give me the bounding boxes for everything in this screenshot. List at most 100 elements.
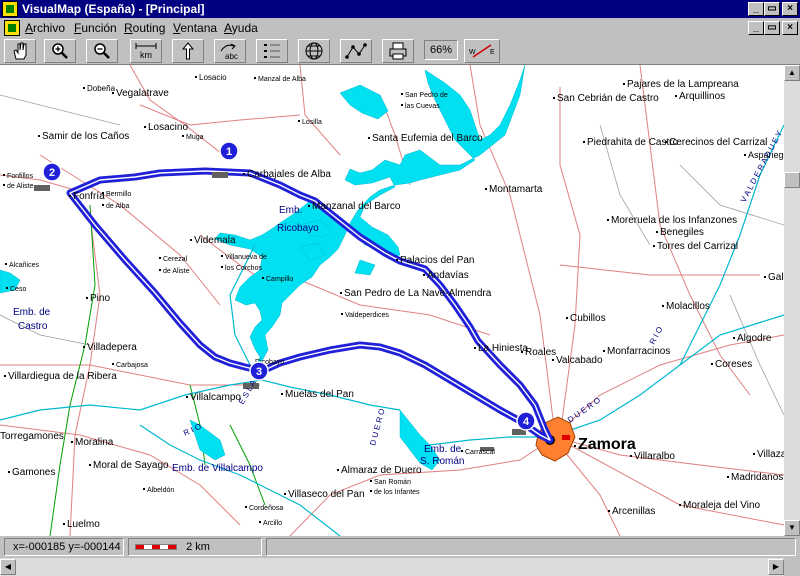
- place-label: Zamora: [578, 436, 636, 453]
- town-dot: [83, 346, 85, 348]
- print-button[interactable]: [382, 39, 414, 63]
- river-label: D U E R O: [368, 408, 386, 447]
- place-label: Moreruela de los Infanzones: [611, 215, 737, 226]
- place-label: de los Infantes: [374, 489, 420, 496]
- place-label: Coreses: [715, 359, 752, 370]
- window-title: VisualMap (España) - [Principal]: [22, 2, 205, 16]
- place-label: Valdeperdices: [345, 312, 389, 319]
- town-dot: [733, 337, 735, 339]
- place-label: Campillo: [266, 276, 293, 283]
- town-dot: [607, 219, 609, 221]
- label-text-button[interactable]: abc: [214, 39, 246, 63]
- document-icon[interactable]: [4, 20, 20, 36]
- minimize-button[interactable]: _: [748, 2, 764, 16]
- title-bar: VisualMap (España) - [Principal] _ ▭ ×: [0, 0, 800, 18]
- doc-minimize-button[interactable]: _: [748, 21, 764, 35]
- place-label: Villalcampo: [190, 392, 241, 403]
- town-dot: [566, 317, 568, 319]
- vertical-scrollbar[interactable]: ▲ ▼: [784, 65, 800, 536]
- place-label: Muelas del Pan: [285, 389, 354, 400]
- town-dot: [112, 363, 114, 365]
- town-dot: [553, 97, 555, 99]
- route-marker-4[interactable]: 4: [516, 411, 536, 431]
- printer-icon: [389, 42, 407, 60]
- place-label: Carbajales de Alba: [247, 169, 331, 180]
- place-label: Monfarracinos: [607, 346, 670, 357]
- place-label: Emb. de: [13, 307, 51, 318]
- town-dot: [245, 506, 247, 508]
- route-marker-2[interactable]: 2: [42, 162, 62, 182]
- route-marker-1[interactable]: 1: [219, 141, 239, 161]
- menu-archivo[interactable]: Archivo: [25, 21, 65, 35]
- town-dot: [5, 263, 7, 265]
- compass-button[interactable]: WE: [464, 39, 500, 63]
- town-dot: [71, 441, 73, 443]
- measure-km-button[interactable]: km: [130, 39, 162, 63]
- zoom-readout: 66%: [424, 40, 458, 60]
- place-label: San Pedro de: [405, 92, 448, 99]
- menu-ventana[interactable]: Ventana: [173, 21, 217, 35]
- place-label: Moralina: [75, 437, 114, 448]
- pan-tool-button[interactable]: [4, 39, 36, 63]
- place-label: Algodre: [737, 333, 772, 344]
- vertical-scroll-thumb[interactable]: [784, 172, 800, 188]
- north-arrow-button[interactable]: [172, 39, 204, 63]
- place-label: Castro: [18, 321, 48, 332]
- town-dot: [4, 375, 6, 377]
- town-dot: [159, 257, 161, 259]
- maximize-button[interactable]: ▭: [764, 2, 780, 16]
- town-dot: [112, 92, 114, 94]
- doc-close-button[interactable]: ×: [782, 21, 798, 35]
- town-dot: [221, 266, 223, 268]
- place-label: Palacios del Pan: [400, 255, 475, 266]
- town-dot: [69, 195, 71, 197]
- place-label: Moraleja del Vino: [683, 500, 761, 511]
- place-label: Arquillinos: [679, 91, 725, 102]
- place-label: San Cebrián de Castro: [557, 93, 659, 104]
- town-dot: [727, 476, 729, 478]
- doc-restore-button[interactable]: ▭: [764, 21, 780, 35]
- town-dot: [259, 521, 261, 523]
- place-label: Bermillo: [106, 191, 131, 198]
- town-dot: [662, 305, 664, 307]
- place-label: Arcenillas: [612, 506, 655, 517]
- zoom-out-icon: [94, 43, 110, 59]
- town-dot: [159, 269, 161, 271]
- horizontal-scrollbar[interactable]: ◀ ▶: [0, 558, 784, 576]
- map-layer[interactable]: Losacio Manzal de Alba Dobeña Vegalatrave Pa…: [0, 65, 784, 536]
- town-dot: [574, 445, 576, 447]
- town-dot: [665, 141, 667, 143]
- svg-text:W: W: [469, 49, 476, 56]
- scroll-left-button[interactable]: ◀: [0, 559, 16, 575]
- route-marker-3[interactable]: 3: [249, 361, 269, 381]
- reservoir-water: [0, 65, 526, 471]
- zoom-out-button[interactable]: [86, 39, 118, 63]
- close-button[interactable]: ×: [782, 2, 798, 16]
- town-dot: [281, 393, 283, 395]
- map-canvas[interactable]: Losacio Manzal de Alba Dobeña Vegalatrave Pa…: [0, 65, 784, 536]
- place-labels: Losacio Manzal de Alba Dobeña Vegalatrave Pa…: [0, 73, 784, 530]
- place-label: Villazala: [757, 449, 784, 460]
- place-label: las Cuevas: [405, 103, 440, 110]
- town-dot: [6, 287, 8, 289]
- route-list-button[interactable]: [256, 39, 288, 63]
- scroll-down-button[interactable]: ▼: [784, 520, 800, 536]
- place-label: Pino: [90, 293, 110, 304]
- place-label: Santa Eufemia del Barco: [372, 133, 483, 144]
- town-dot: [221, 255, 223, 257]
- route-line-button[interactable]: [340, 39, 372, 63]
- place-label: Muga: [186, 134, 204, 141]
- menu-routing[interactable]: Routing: [124, 21, 165, 35]
- zoom-in-button[interactable]: [44, 39, 76, 63]
- menu-ayuda[interactable]: Ayuda: [224, 21, 258, 35]
- scroll-up-button[interactable]: ▲: [784, 65, 800, 81]
- globe-grid-button[interactable]: [298, 39, 330, 63]
- town-dot: [753, 453, 755, 455]
- menu-funcion[interactable]: Función: [74, 21, 117, 35]
- place-label: Emb. de: [424, 444, 462, 455]
- scroll-right-button[interactable]: ▶: [768, 559, 784, 575]
- place-label: Benegiles: [660, 227, 704, 238]
- scale-label: 2 km: [186, 541, 210, 553]
- place-label: Alcañices: [9, 262, 39, 269]
- app-logo-icon[interactable]: [2, 1, 18, 17]
